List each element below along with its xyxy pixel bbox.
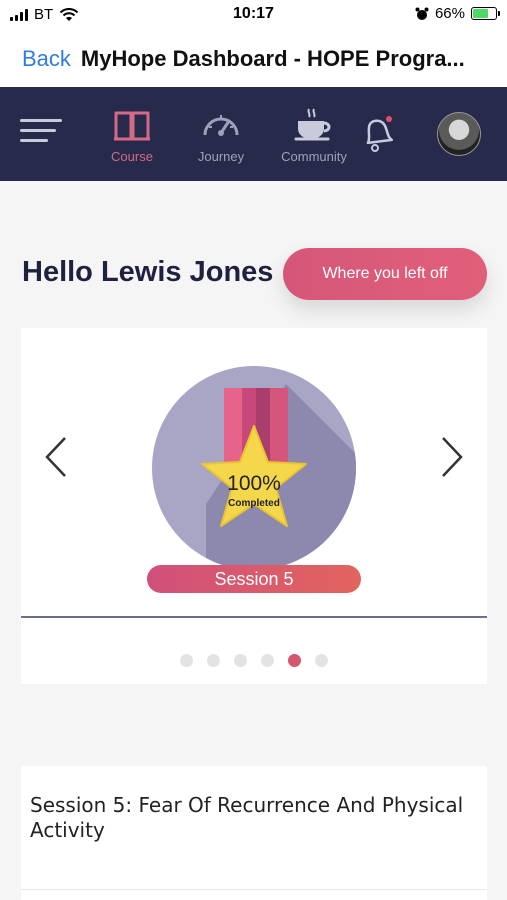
nav-journey[interactable]: Journey [190, 105, 252, 164]
session-title: Session 5: Fear Of Recurrence And Physic… [30, 793, 464, 842]
avatar[interactable] [437, 112, 481, 156]
session-card[interactable]: Session 5: Fear Of Recurrence And Physic… [21, 766, 487, 900]
status-bar: BT 10:17 66% [0, 0, 507, 30]
app-header: Course Journey Community [0, 87, 507, 181]
session-carousel: 100% Completed Session 5 [21, 328, 487, 684]
carousel-dots [21, 654, 487, 667]
bell-icon[interactable] [356, 109, 396, 153]
carousel-dot[interactable] [288, 654, 301, 667]
page-title: MyHope Dashboard - HOPE Progra... [80, 45, 465, 71]
nav-course[interactable]: Course [104, 105, 160, 164]
nav-course-label: Course [111, 149, 153, 164]
coffee-cup-icon [294, 108, 331, 141]
nav-community[interactable]: Community [272, 105, 356, 164]
chevron-left-icon[interactable] [41, 432, 71, 482]
chevron-right-icon[interactable] [437, 432, 467, 482]
completion-caption: Completed [228, 498, 280, 509]
status-right: 66% [415, 5, 500, 22]
carousel-dot[interactable] [180, 654, 193, 667]
carousel-dot[interactable] [261, 654, 274, 667]
hamburger-icon[interactable] [20, 119, 62, 147]
carousel-divider [21, 616, 487, 618]
speedometer-icon [203, 115, 239, 136]
session-label: Session 5 [147, 565, 361, 593]
battery-percent: 66% [434, 5, 465, 22]
where-you-left-off-button[interactable]: Where you left off [283, 248, 487, 300]
navigation-bar: Back MyHope Dashboard - HOPE Progra... [0, 30, 507, 87]
nav-journey-label: Journey [197, 149, 245, 164]
alarm-icon [415, 7, 429, 20]
battery-fill [473, 9, 488, 18]
session-card-divider [21, 889, 487, 890]
greeting-heading: Hello Lewis Jones [22, 256, 274, 288]
carousel-dot[interactable] [315, 654, 328, 667]
battery-icon [471, 7, 500, 20]
back-button[interactable]: Back [22, 46, 71, 72]
carousel-dot[interactable] [207, 654, 220, 667]
book-icon [114, 111, 150, 141]
carousel-dot[interactable] [234, 654, 247, 667]
completion-percent: 100% [227, 472, 281, 495]
nav-community-label: Community [281, 149, 347, 164]
